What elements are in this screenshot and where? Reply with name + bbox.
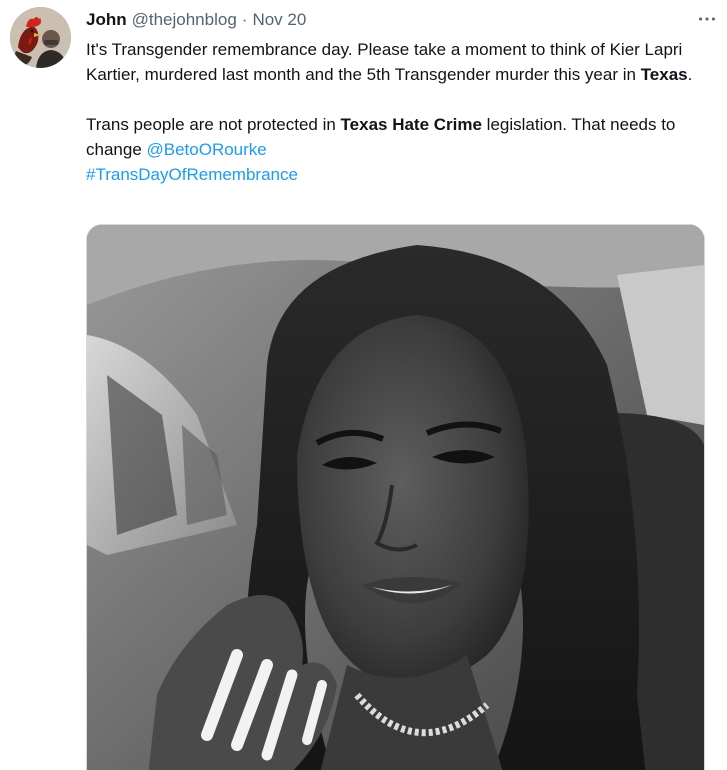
paragraph2-bold-hate-crime: Texas Hate Crime: [340, 115, 482, 134]
avatar[interactable]: [10, 7, 71, 68]
paragraph1-text-a: It's Transgender remembrance day. Please…: [86, 40, 683, 84]
author-name[interactable]: John: [86, 9, 127, 31]
header-separator: ·: [241, 10, 248, 29]
avatar-image: [10, 7, 71, 68]
paragraph1-text-b: .: [687, 65, 693, 84]
tweet-paragraph-2: Trans people are not protected in Texas …: [86, 112, 721, 187]
hashtag-link[interactable]: #TransDayOfRemembrance: [86, 165, 298, 184]
author-handle[interactable]: @thejohnblog: [132, 9, 237, 31]
mention-link[interactable]: @BetoORourke: [147, 140, 267, 159]
tweet-paragraph-1: It's Transgender remembrance day. Please…: [86, 37, 721, 87]
tweet-header: John @thejohnblog · Nov 20: [86, 9, 306, 31]
timestamp[interactable]: Nov 20: [252, 9, 306, 31]
photo-image: [87, 225, 704, 770]
tweet-text: It's Transgender remembrance day. Please…: [86, 37, 721, 187]
paragraph2-text-a: Trans people are not protected in: [86, 115, 341, 134]
more-options-button[interactable]: [692, 8, 722, 30]
paragraph1-bold-texas: Texas: [640, 65, 688, 84]
more-horizontal-icon: [699, 17, 715, 21]
tweet[interactable]: John @thejohnblog · Nov 20 It's Transgen…: [0, 0, 727, 770]
tweet-photo[interactable]: [86, 224, 705, 770]
